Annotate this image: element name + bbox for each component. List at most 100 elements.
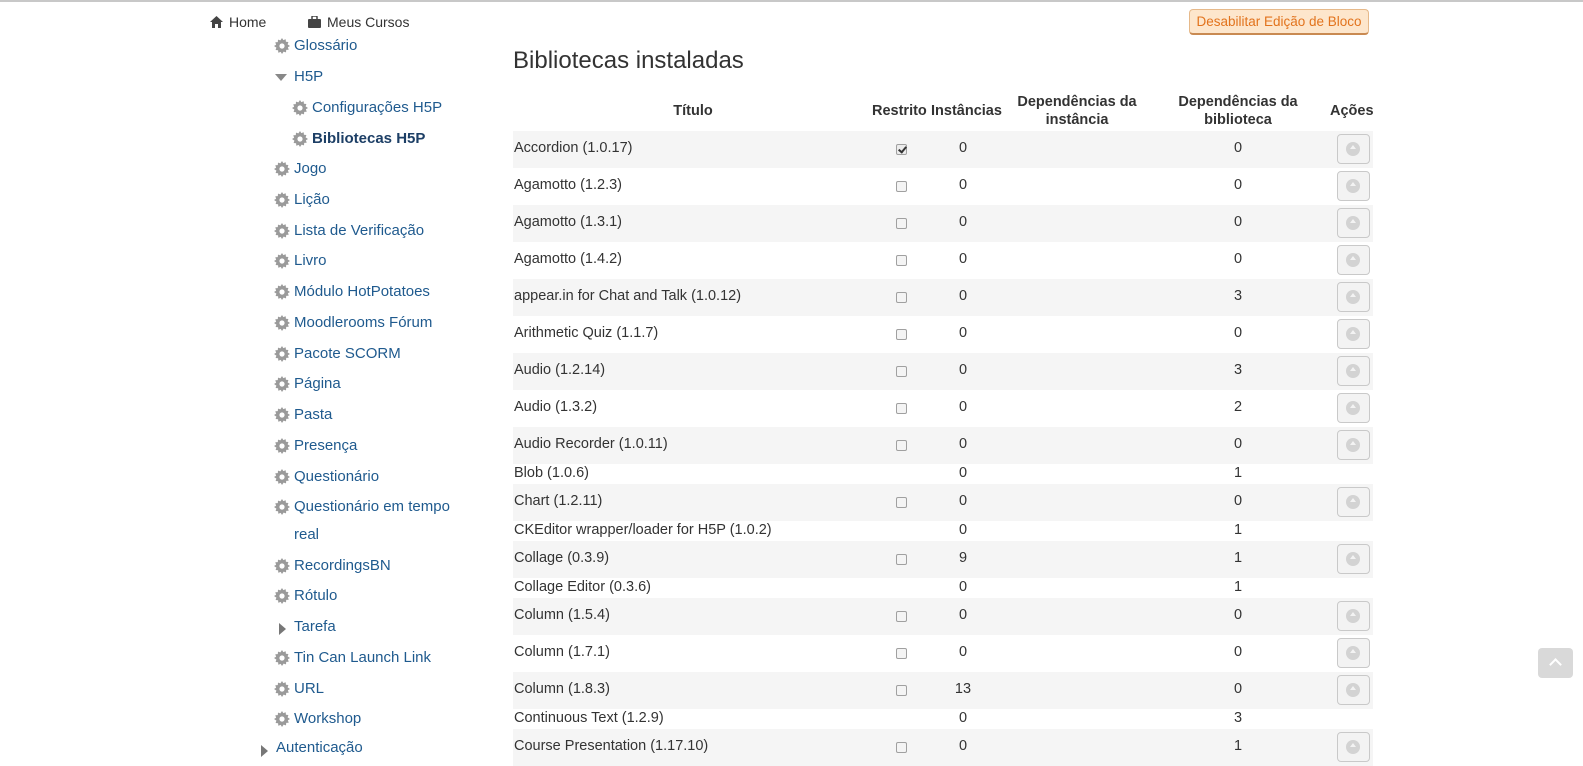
restricted-checkbox[interactable] [896,648,907,659]
restricted-checkbox[interactable] [896,292,907,303]
caret-down-icon[interactable] [275,74,287,81]
gear-icon [274,38,290,54]
upgrade-library-button[interactable] [1337,675,1370,705]
gear-icon [274,253,290,269]
restricted-checkbox[interactable] [896,218,907,229]
gear-icon [274,469,290,485]
upgrade-library-button[interactable] [1337,171,1370,201]
upgrade-library-button[interactable] [1337,430,1370,460]
sidebar-item-configuracoes-h5p[interactable]: Configurações H5P [312,99,442,116]
upgrade-library-button[interactable] [1337,393,1370,423]
library-title: Agamotto (1.3.1) [514,214,622,230]
upgrade-library-button[interactable] [1337,601,1370,631]
sidebar-item-label-continuation[interactable]: real [294,526,319,543]
table-row: Chart (1.2.11) 0 0 [513,484,1373,521]
sidebar-item-bibliotecas-h5p[interactable]: Bibliotecas H5P [312,130,425,147]
instances-count: 0 [958,436,968,452]
header-acoes: Ações [1330,103,1374,119]
restricted-checkbox[interactable] [896,181,907,192]
upgrade-library-button[interactable] [1337,319,1370,349]
gear-icon [274,161,290,177]
table-row: appear.in for Chat and Talk (1.0.12) 0 3 [513,279,1373,316]
sidebar-item[interactable]: Módulo HotPotatoes [294,283,430,300]
restricted-checkbox[interactable] [896,685,907,696]
library-dependencies-count: 1 [1233,522,1243,538]
table-row: Agamotto (1.3.1) 0 0 [513,205,1373,242]
library-dependencies-count: 0 [1233,681,1243,697]
sidebar-item[interactable]: URL [294,680,324,697]
table-row: Agamotto (1.4.2) 0 0 [513,242,1373,279]
back-to-top-button[interactable] [1538,648,1573,678]
sidebar-item[interactable]: Pacote SCORM [294,345,401,362]
table-row: Collage Editor (0.3.6) 0 1 [513,578,1373,598]
sidebar-item[interactable]: Questionário [294,468,379,485]
disable-block-editing-button[interactable]: Desabilitar Edição de Bloco [1189,9,1369,35]
gear-icon [274,284,290,300]
instances-count: 0 [958,325,968,341]
sidebar-item[interactable]: Pasta [294,406,332,423]
sidebar-item[interactable]: Página [294,375,341,392]
gear-icon [274,650,290,666]
gear-icon [274,223,290,239]
sidebar-item-tarefa[interactable]: Tarefa [294,618,336,635]
library-title: Accordion (1.0.17) [514,140,633,156]
sidebar-item[interactable]: Jogo [294,160,327,177]
library-dependencies-count: 0 [1233,325,1243,341]
sidebar-item[interactable]: Questionário em tempo [294,498,450,515]
restricted-checkbox[interactable] [896,440,907,451]
header-dependencias-biblioteca: Dependências da biblioteca [1178,94,1298,128]
sidebar-item-h5p[interactable]: H5P [294,68,323,85]
restricted-checkbox[interactable] [896,255,907,266]
upload-arrow-icon [1346,438,1360,452]
caret-right-icon[interactable] [279,623,286,635]
library-title: Column (1.7.1) [514,644,610,660]
upgrade-library-button[interactable] [1337,208,1370,238]
restricted-checkbox[interactable] [896,144,907,155]
upgrade-library-button[interactable] [1337,134,1370,164]
restricted-checkbox[interactable] [896,366,907,377]
upgrade-library-button[interactable] [1337,356,1370,386]
header-titulo: Título [673,103,713,119]
sidebar-item[interactable]: Workshop [294,710,361,727]
sidebar-item-glossario[interactable]: Glossário [294,37,357,54]
library-title: Column (1.5.4) [514,607,610,623]
restricted-checkbox[interactable] [896,554,907,565]
library-title: Blob (1.0.6) [514,465,589,481]
library-dependencies-count: 1 [1233,465,1243,481]
instances-count: 0 [958,493,968,509]
gear-icon [292,100,308,116]
sidebar-item[interactable]: Moodlerooms Fórum [294,314,432,331]
restricted-checkbox[interactable] [896,497,907,508]
sidebar-item[interactable]: Presença [294,437,357,454]
upgrade-library-button[interactable] [1337,282,1370,312]
library-dependencies-count: 1 [1233,738,1243,754]
upgrade-library-button[interactable] [1337,638,1370,668]
sidebar-item[interactable]: RecordingsBN [294,557,391,574]
restricted-checkbox[interactable] [896,403,907,414]
library-dependencies-count: 1 [1233,579,1243,595]
restricted-checkbox[interactable] [896,329,907,340]
table-row: CKEditor wrapper/loader for H5P (1.0.2) 0… [513,521,1373,541]
restricted-checkbox[interactable] [896,611,907,622]
sidebar-item[interactable]: Livro [294,252,327,269]
table-row: Continuous Text (1.2.9) 0 3 [513,709,1373,729]
library-dependencies-count: 0 [1233,251,1243,267]
instances-count: 0 [958,362,968,378]
upload-arrow-icon [1346,401,1360,415]
upgrade-library-button[interactable] [1337,487,1370,517]
instances-count: 0 [958,251,968,267]
caret-right-icon[interactable] [261,745,268,757]
sidebar-item[interactable]: Lição [294,191,330,208]
restricted-checkbox[interactable] [896,742,907,753]
upgrade-library-button[interactable] [1337,245,1370,275]
upload-arrow-icon [1346,364,1360,378]
instances-count: 0 [958,738,968,754]
sidebar-item[interactable]: Tin Can Launch Link [294,649,431,666]
sidebar-item-autenticacao[interactable]: Autenticação [276,739,363,756]
table-row: Arithmetic Quiz (1.1.7) 0 0 [513,316,1373,353]
library-title: Audio (1.2.14) [514,362,606,378]
sidebar-item[interactable]: Rótulo [294,587,337,604]
sidebar-item[interactable]: Lista de Verificação [294,222,424,239]
instances-count: 13 [954,681,972,697]
upgrade-library-button[interactable] [1337,544,1370,574]
